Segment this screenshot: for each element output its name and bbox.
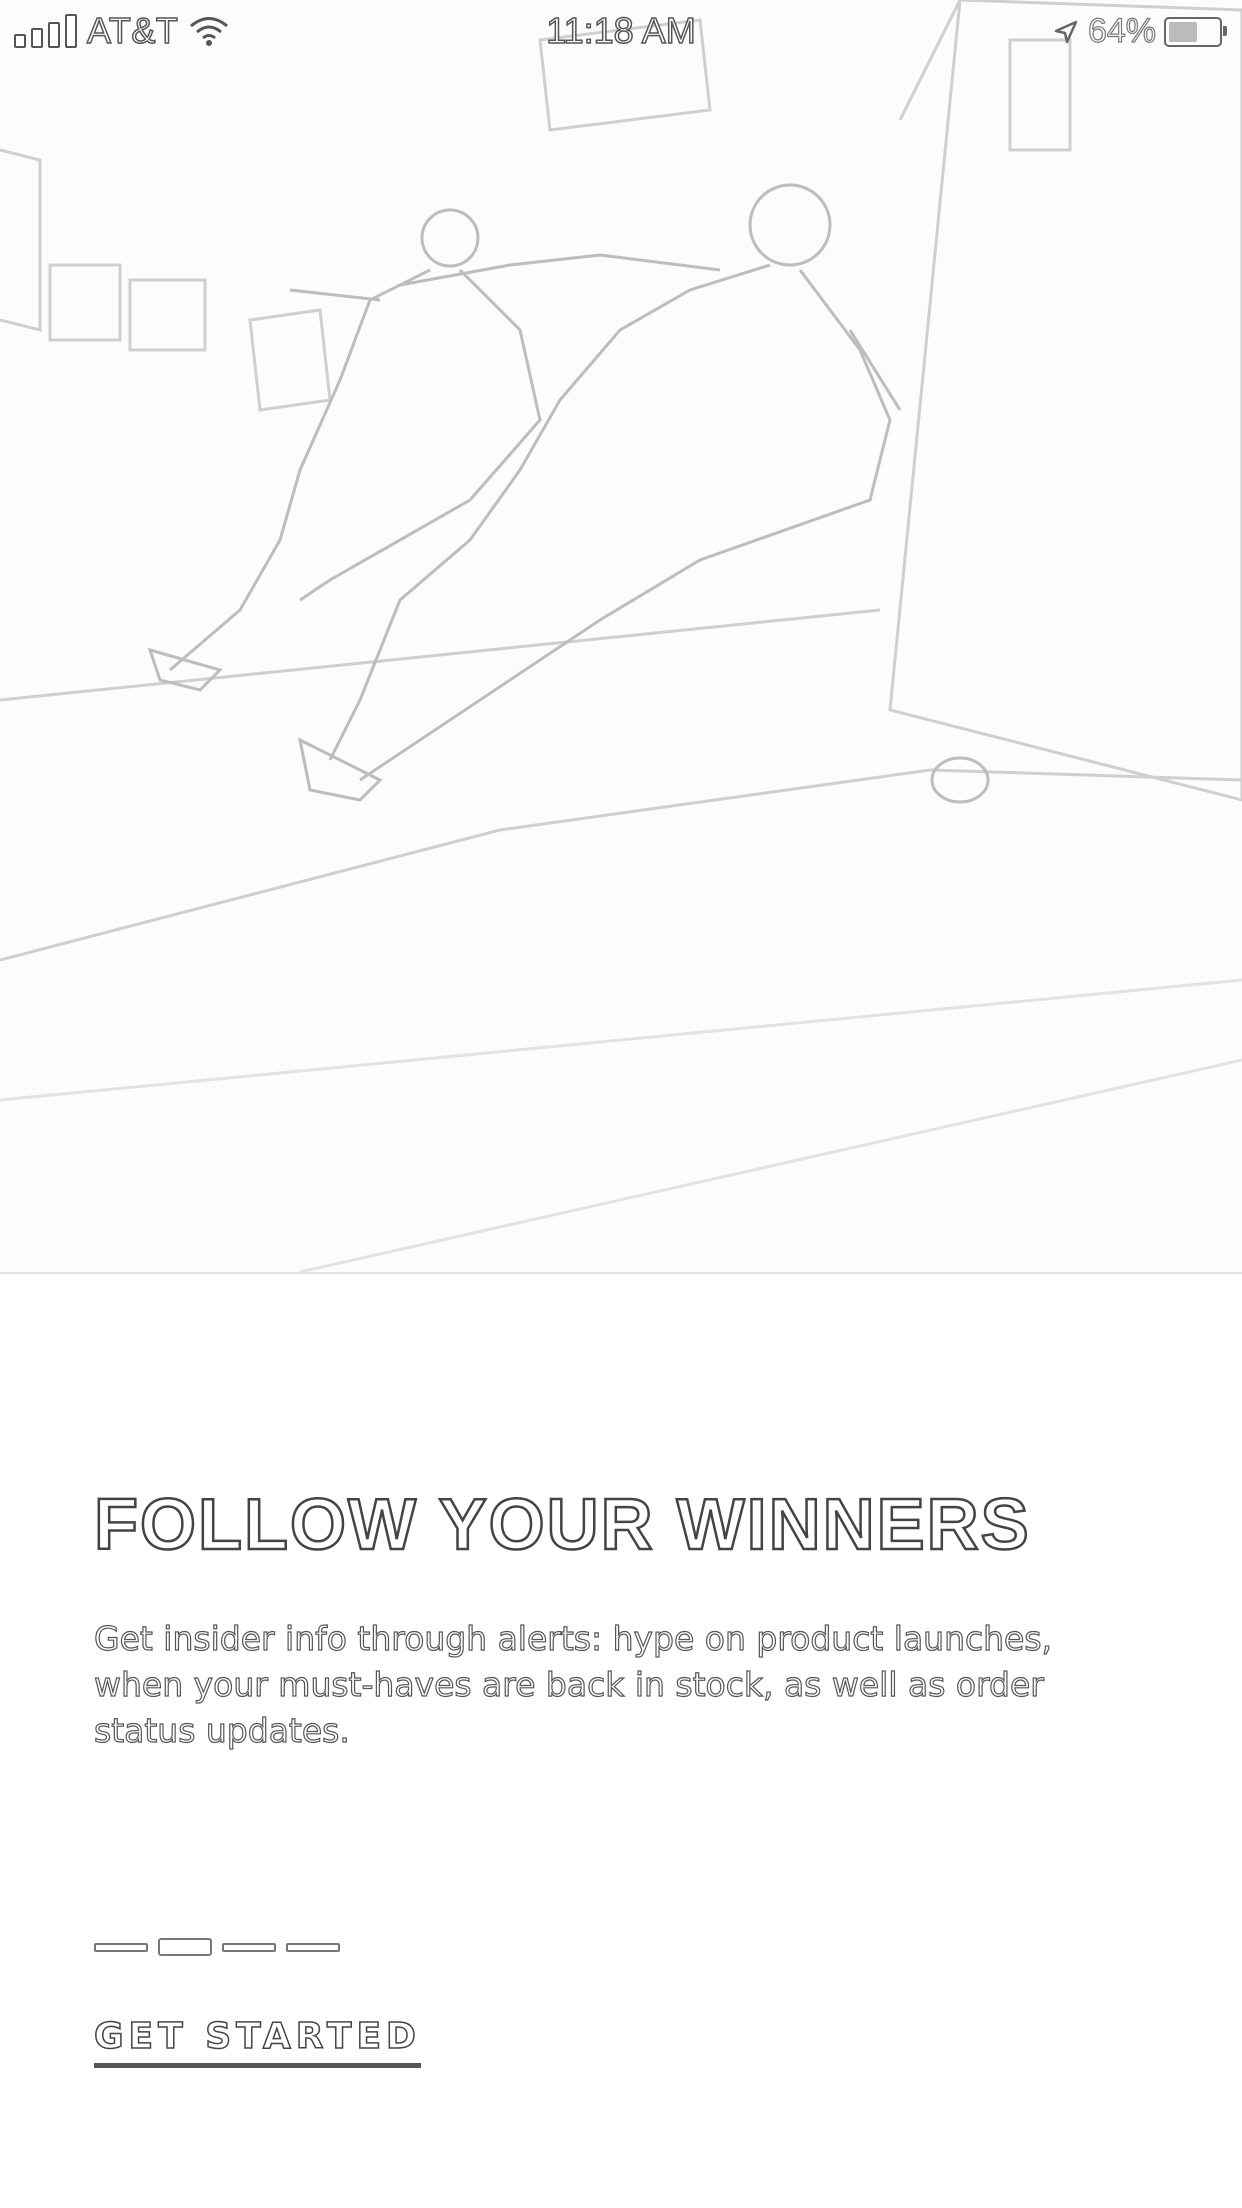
battery-fill [1169, 21, 1197, 42]
pager-dot-2[interactable] [158, 1938, 212, 1956]
pager-dot-1[interactable] [94, 1942, 148, 1952]
battery-icon [1164, 16, 1227, 47]
pager-dot-4[interactable] [286, 1942, 340, 1952]
get-started-button[interactable]: GET STARTED [93, 2015, 421, 2068]
location-icon [1052, 18, 1080, 46]
onboarding-headline: FOLLOW YOUR WINNERS [93, 1484, 1031, 1567]
hero-image [0, 0, 1242, 1274]
page-indicator[interactable] [94, 1938, 340, 1956]
hero-illustration [0, 0, 1242, 1272]
status-right: 64% [1052, 11, 1227, 51]
battery-percent: 64% [1087, 11, 1156, 50]
status-bar: AT&T 11:18 AM 64% [0, 0, 1242, 64]
onboarding-description: Get insider info through alerts: hype on… [93, 1618, 1053, 1750]
pager-dot-3[interactable] [222, 1942, 276, 1952]
